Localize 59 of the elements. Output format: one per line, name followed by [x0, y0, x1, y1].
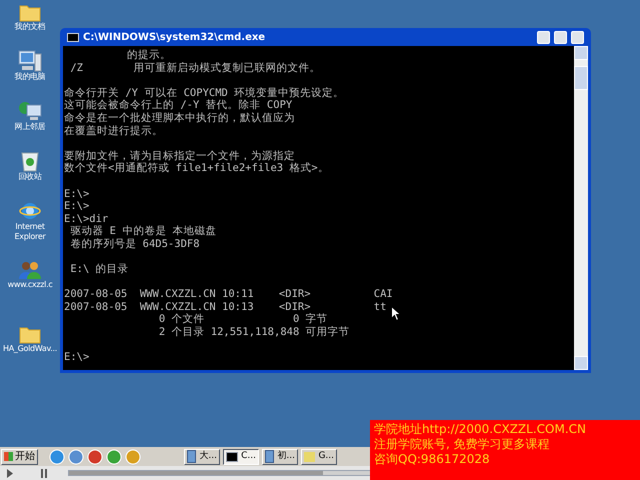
document-icon: [265, 450, 274, 463]
recycle-bin-icon: [20, 150, 40, 172]
console-line: E:\>: [64, 200, 90, 213]
console-line: /Z 用可重新启动模式复制已联网的文件。: [69, 62, 321, 74]
start-button[interactable]: 开始: [1, 448, 38, 464]
desktop-icon-label[interactable]: HA_GoldWav...: [2, 344, 58, 354]
desktop-icon-label[interactable]: 网上邻居: [14, 122, 46, 132]
console-line: 2007-08-05 WWW.CXZZL.CN 10:11 <DIR> CAI: [64, 288, 393, 301]
scroll-thumb[interactable]: [574, 66, 588, 90]
browser-icon: [19, 200, 41, 222]
console-line: 的提示。: [126, 49, 172, 62]
app-icon[interactable]: [87, 448, 103, 464]
wave-icon: [304, 452, 316, 462]
console-line: 2007-08-05 WWW.CXZZL.CN 10:13 <DIR> tt: [64, 300, 386, 313]
window-title: C:\WINDOWS\system32\cmd.exe: [83, 30, 266, 44]
windows-logo-icon: [4, 452, 13, 461]
taskbar-button[interactable]: C...: [223, 448, 259, 464]
console-icon: [226, 452, 238, 462]
console-line: 0 个文件 0 字节: [158, 313, 328, 326]
document-icon: [187, 450, 196, 463]
console-line: E:\>: [64, 188, 90, 200]
browser-icon[interactable]: [49, 448, 65, 464]
app-icon[interactable]: [68, 448, 84, 464]
console-line: 命令行开关 /Y 可以在 COPYCMD 环境变量中预先设定。: [64, 86, 344, 99]
play-icon[interactable]: [6, 468, 14, 478]
console-line: E:\ 的目录: [69, 263, 129, 276]
console-line: 要附加文件，请为目标指定一个文件，为源指定: [64, 150, 295, 162]
console-line: 在覆盖时进行提示。: [64, 124, 163, 138]
app-icon[interactable]: [125, 448, 141, 464]
console-line: 命令是在一个批处理脚本中执行的，默认值应为: [64, 112, 295, 125]
mouse-cursor-icon: [391, 306, 401, 321]
network-icon: [18, 100, 42, 122]
console-line: E:\>dir: [64, 212, 108, 226]
desktop-icon-label[interactable]: 我的电脑: [14, 72, 46, 82]
taskbar-button[interactable]: 大...: [184, 448, 220, 464]
console-line: 这可能会被命令行上的 /-Y 替代。除非 COPY: [64, 99, 292, 112]
scrollbar[interactable]: [574, 46, 588, 370]
promo-text: 注册学院账号, 免费学习更多课程: [374, 437, 550, 452]
pause-icon[interactable]: [40, 468, 48, 478]
console-line: E:\>: [64, 351, 90, 364]
minimize-button[interactable]: [537, 30, 550, 44]
app-icon[interactable]: [106, 448, 122, 464]
maximize-button[interactable]: [554, 30, 567, 44]
promo-text: 学院地址http://2000.CXZZL.COM.CN: [374, 422, 586, 437]
console-line: 2 个目录 12,551,118,848 可用字节: [158, 326, 350, 339]
console-line: 卷的序列号是 64D5-3DF8: [69, 238, 200, 250]
desktop-icon-label[interactable]: www.cxzzl.c: [8, 280, 52, 290]
desktop-icon-label[interactable]: Internet Explorer: [1, 222, 59, 242]
desktop-icon-label[interactable]: 回收站: [18, 172, 42, 182]
people-icon: [18, 260, 42, 280]
desktop-icon-label[interactable]: 我的文档: [14, 22, 46, 32]
taskbar-button[interactable]: 初...: [262, 448, 298, 464]
promo-text: 咨询QQ:986172028: [374, 452, 490, 467]
console-icon: [67, 32, 79, 42]
console-line: 数个文件<用通配符或 file1+file2+file3 格式>。: [64, 162, 329, 175]
taskbar-button[interactable]: G...: [301, 448, 337, 464]
close-button[interactable]: [571, 30, 584, 44]
console-line: 驱动器 E 中的卷是 本地磁盘: [69, 225, 217, 238]
computer-icon: [18, 50, 42, 72]
